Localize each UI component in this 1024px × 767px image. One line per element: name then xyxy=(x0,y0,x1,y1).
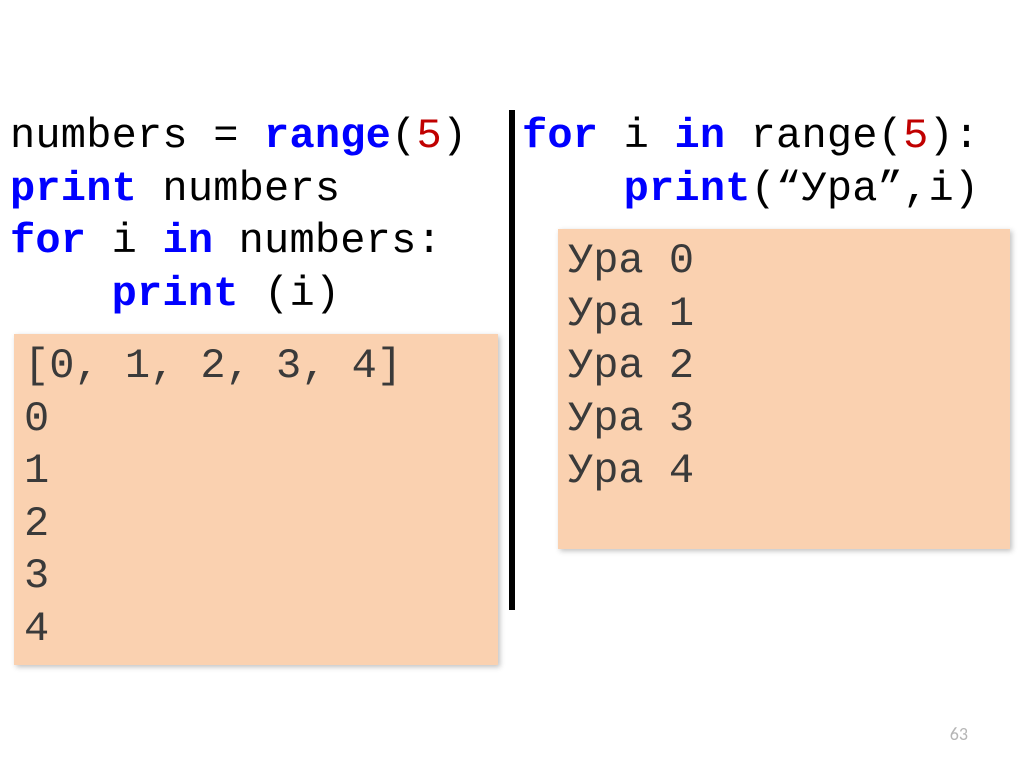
keyword-for: for xyxy=(522,112,598,160)
code-text: i xyxy=(598,112,674,160)
keyword-range: range xyxy=(264,112,391,160)
code-text: numbers: xyxy=(213,217,442,265)
paren-open: ( xyxy=(391,112,416,160)
output-text: Ура 0 Ура 1 Ура 2 Ура 3 Ура 4 xyxy=(568,237,694,495)
keyword-in: in xyxy=(162,217,213,265)
literal: 5 xyxy=(903,112,928,160)
right-column: for i in range(5): print(“Ура”,i) Ура 0 … xyxy=(512,110,1014,665)
slide: numbers = range(5) print numbers for i i… xyxy=(0,0,1024,767)
keyword-print: print xyxy=(112,270,239,318)
left-column: numbers = range(5) print numbers for i i… xyxy=(10,110,512,665)
left-output-box: [0, 1, 2, 3, 4] 0 1 2 3 4 xyxy=(14,334,498,665)
code-text: numbers = xyxy=(10,112,264,160)
literal: 5 xyxy=(416,112,441,160)
keyword-print: print xyxy=(624,165,751,213)
indent xyxy=(10,270,112,318)
left-code-block: numbers = range(5) print numbers for i i… xyxy=(10,110,502,320)
output-text: [0, 1, 2, 3, 4] 0 1 2 3 4 xyxy=(24,342,402,653)
code-text: (i) xyxy=(239,270,341,318)
code-text: i xyxy=(86,217,162,265)
slide-number: 63 xyxy=(950,723,968,745)
keyword-for: for xyxy=(10,217,86,265)
paren-close: ) xyxy=(442,112,467,160)
code-text: (“Ура”,i) xyxy=(751,165,980,213)
right-code-block: for i in range(5): print(“Ура”,i) xyxy=(522,110,1014,215)
code-text: ): xyxy=(929,112,980,160)
code-text: numbers xyxy=(137,165,340,213)
indent xyxy=(522,165,624,213)
column-divider xyxy=(509,110,515,610)
keyword-print: print xyxy=(10,165,137,213)
keyword-in: in xyxy=(674,112,725,160)
right-output-box: Ура 0 Ура 1 Ура 2 Ура 3 Ура 4 xyxy=(558,229,1010,549)
code-text: range( xyxy=(725,112,903,160)
